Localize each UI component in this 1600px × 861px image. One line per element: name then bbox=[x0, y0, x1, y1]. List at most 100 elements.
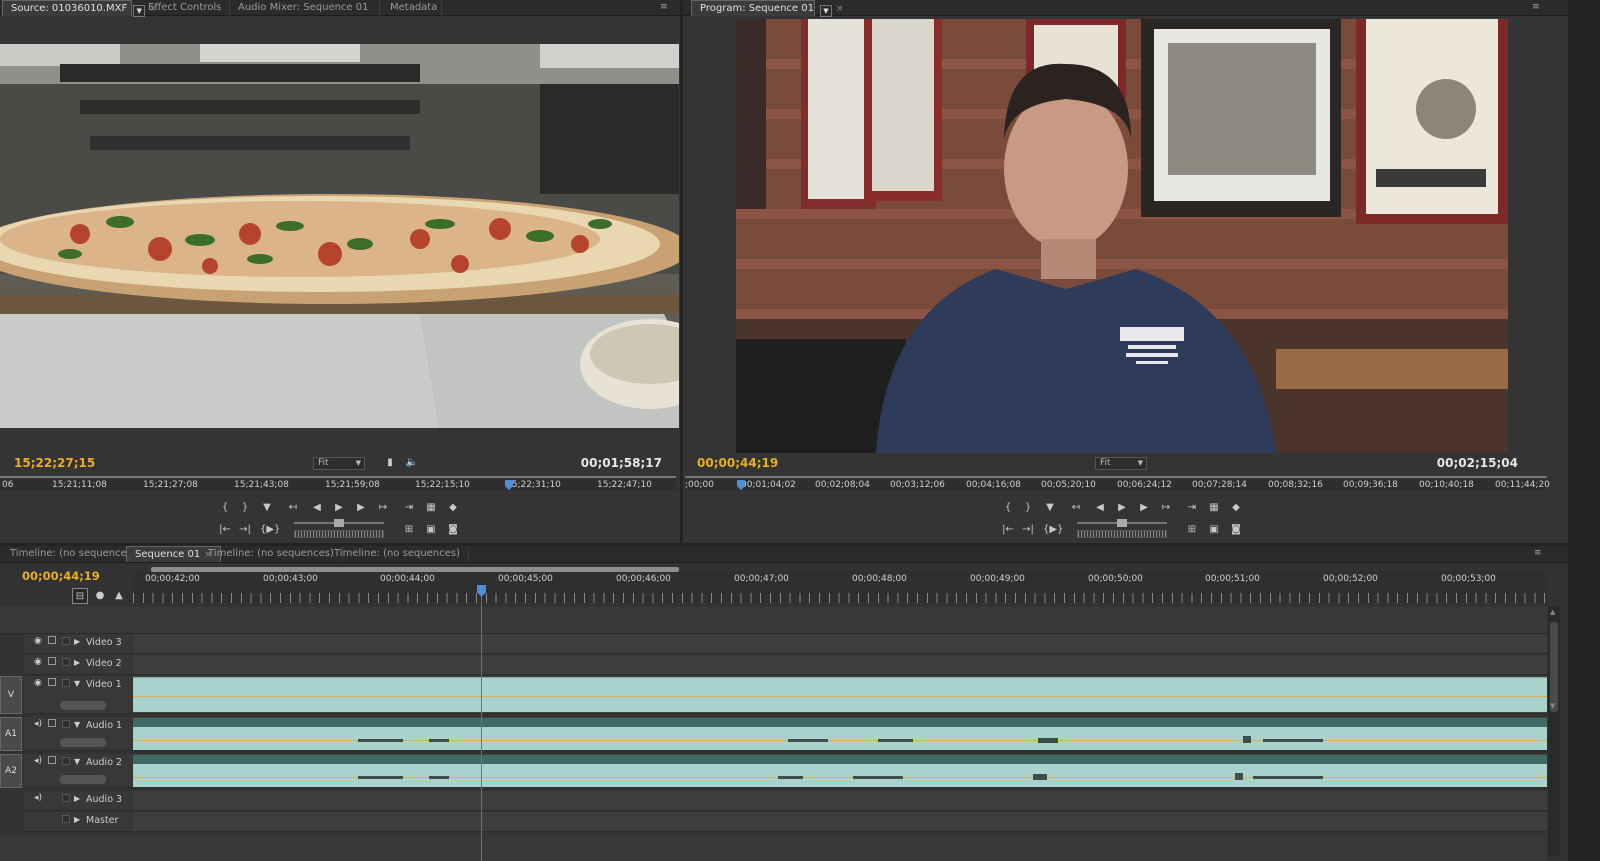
mark-in-icon[interactable]: { bbox=[216, 500, 234, 516]
play-in-to-out-icon[interactable]: {▶} bbox=[260, 522, 280, 538]
expand-triangle-icon[interactable]: ▶ bbox=[74, 815, 80, 824]
tab-program[interactable]: Program: Sequence 01 ▼ × bbox=[691, 0, 844, 17]
export-frame-icon[interactable]: ◙ bbox=[444, 522, 462, 538]
track-header-video2[interactable]: ◉ ▶ Video 2 bbox=[24, 655, 132, 675]
tab-timeline-empty-2[interactable]: Timeline: (no sequences) bbox=[200, 546, 343, 562]
play-in-to-out-icon[interactable]: {▶} bbox=[1043, 522, 1063, 538]
lock-toggle[interactable] bbox=[62, 679, 70, 687]
go-to-in-icon[interactable]: ↤ bbox=[284, 500, 302, 516]
audio-clip[interactable] bbox=[133, 755, 1547, 787]
panel-menu-icon[interactable]: ≡ bbox=[660, 2, 674, 12]
program-current-timecode[interactable]: 00;00;44;19 bbox=[697, 456, 778, 470]
tab-timeline-empty-1[interactable]: Timeline: (no sequences) bbox=[2, 546, 145, 562]
source-time-ruler[interactable]: 06 15;21;11;08 15;21;27;08 15;21;43;08 1… bbox=[0, 476, 676, 490]
program-fit-select[interactable]: Fit ▼ bbox=[1095, 457, 1147, 470]
go-to-in-point-icon[interactable]: |← bbox=[999, 522, 1017, 538]
eye-icon[interactable]: ◉ bbox=[34, 636, 42, 646]
scroll-up-icon[interactable]: ▲ bbox=[1550, 608, 1555, 616]
lift-icon[interactable]: ⇥ bbox=[1183, 500, 1201, 516]
eye-icon[interactable]: ◉ bbox=[34, 657, 42, 667]
source-fit-select[interactable]: Fit ▼ bbox=[313, 457, 365, 470]
track-lane-video3[interactable] bbox=[133, 634, 1547, 654]
sync-lock-icon[interactable] bbox=[48, 756, 56, 764]
eye-icon[interactable]: ◉ bbox=[34, 678, 42, 688]
program-video-frame[interactable] bbox=[736, 19, 1508, 453]
keyframe-nav[interactable] bbox=[60, 738, 106, 747]
film-icon[interactable] bbox=[48, 657, 56, 665]
track-lane-video1[interactable] bbox=[133, 676, 1547, 714]
chevron-down-icon[interactable]: ▼ bbox=[819, 5, 832, 17]
film-icon[interactable] bbox=[48, 678, 56, 686]
track-lane-master[interactable] bbox=[133, 812, 1547, 832]
mark-in-icon[interactable]: { bbox=[999, 500, 1017, 516]
home-marker-icon[interactable]: ▲ bbox=[111, 588, 127, 604]
marker-icon[interactable]: ▼ bbox=[258, 500, 276, 516]
close-icon[interactable]: × bbox=[836, 4, 844, 14]
step-forward-icon[interactable]: ▶ bbox=[1135, 500, 1153, 516]
expand-triangle-icon[interactable]: ▶ bbox=[74, 637, 80, 646]
track-header-master[interactable]: ▶ Master bbox=[24, 812, 132, 832]
track-header-audio1[interactable]: ◂) ▼ Audio 1 bbox=[24, 717, 132, 751]
go-to-in-point-icon[interactable]: |← bbox=[216, 522, 234, 538]
target-a1[interactable]: A1 bbox=[0, 717, 22, 751]
tab-timeline-empty-3[interactable]: Timeline: (no sequences) bbox=[326, 546, 469, 562]
lock-toggle[interactable] bbox=[62, 658, 70, 666]
export-frame-icon[interactable]: ◙ bbox=[1227, 522, 1245, 538]
safe-margins-icon[interactable]: ▦ bbox=[422, 500, 440, 516]
film-icon[interactable]: ▮ bbox=[382, 455, 398, 471]
play-icon[interactable]: ▶ bbox=[330, 500, 348, 516]
scroll-down-icon[interactable]: ▼ bbox=[1550, 702, 1555, 710]
extract-icon[interactable]: ⊞ bbox=[1183, 522, 1201, 538]
speaker-icon[interactable]: ◂) bbox=[34, 793, 42, 803]
speaker-icon[interactable]: ◂) bbox=[34, 719, 42, 729]
go-to-out-icon[interactable]: ↦ bbox=[374, 500, 392, 516]
tab-metadata[interactable]: Metadata bbox=[382, 0, 442, 16]
step-back-icon[interactable]: ◀ bbox=[308, 500, 326, 516]
collapse-triangle-icon[interactable]: ▼ bbox=[74, 720, 80, 729]
track-header-audio3[interactable]: ◂) ▶ Audio 3 bbox=[24, 791, 132, 811]
step-back-icon[interactable]: ◀ bbox=[1091, 500, 1109, 516]
sync-lock-icon[interactable] bbox=[48, 719, 56, 727]
add-marker-icon[interactable]: ● bbox=[92, 588, 108, 604]
collapse-triangle-icon[interactable]: ▼ bbox=[74, 757, 80, 766]
output-icon[interactable]: ◆ bbox=[1227, 500, 1245, 516]
keyframe-nav[interactable] bbox=[60, 701, 106, 710]
track-header-audio2[interactable]: ◂) ▼ Audio 2 bbox=[24, 754, 132, 788]
track-lane-audio2[interactable] bbox=[133, 754, 1547, 788]
go-to-in-icon[interactable]: ↤ bbox=[1067, 500, 1085, 516]
lock-toggle[interactable] bbox=[62, 815, 70, 823]
go-to-out-icon[interactable]: ↦ bbox=[1157, 500, 1175, 516]
step-forward-icon[interactable]: ▶ bbox=[352, 500, 370, 516]
insert-icon[interactable]: ⇥ bbox=[400, 500, 418, 516]
expand-triangle-icon[interactable]: ▶ bbox=[74, 658, 80, 667]
scroll-thumb[interactable] bbox=[1550, 622, 1558, 712]
lock-toggle[interactable] bbox=[62, 794, 70, 802]
timeline-playhead-line[interactable] bbox=[481, 596, 482, 861]
track-header-video1[interactable]: ◉ ▼ Video 1 bbox=[24, 676, 132, 714]
output-icon[interactable]: ◆ bbox=[444, 500, 462, 516]
speaker-icon[interactable]: 🔈 bbox=[404, 455, 420, 471]
safe-margins-icon[interactable]: ▦ bbox=[1205, 500, 1223, 516]
target-a2[interactable]: A2 bbox=[0, 754, 22, 788]
play-icon[interactable]: ▶ bbox=[1113, 500, 1131, 516]
expand-triangle-icon[interactable]: ▶ bbox=[74, 794, 80, 803]
target-v[interactable]: V bbox=[0, 676, 22, 714]
go-to-out-point-icon[interactable]: →| bbox=[1019, 522, 1037, 538]
timeline-timecode[interactable]: 00;00;44;19 bbox=[22, 569, 100, 583]
trim-icon[interactable]: ▣ bbox=[1205, 522, 1223, 538]
lock-toggle[interactable] bbox=[62, 720, 70, 728]
timeline-vertical-scrollbar[interactable]: ▲ ▼ bbox=[1548, 606, 1560, 856]
overwrite-icon[interactable]: ⊞ bbox=[400, 522, 418, 538]
track-header-video3[interactable]: ◉ ▶ Video 3 bbox=[24, 634, 132, 654]
keyframe-nav[interactable] bbox=[60, 775, 106, 784]
tab-source[interactable]: Source: 01036010.MXF ▼ × bbox=[2, 0, 157, 17]
track-lane-audio3[interactable] bbox=[133, 791, 1547, 811]
lock-toggle[interactable] bbox=[62, 637, 70, 645]
source-current-timecode[interactable]: 15;22;27;15 bbox=[14, 456, 95, 470]
panel-menu-icon[interactable]: ≡ bbox=[1534, 548, 1548, 558]
mark-out-icon[interactable]: } bbox=[236, 500, 254, 516]
mark-out-icon[interactable]: } bbox=[1019, 500, 1037, 516]
timeline-time-ruler[interactable]: 00;00;42;00 00;00;43;00 00;00;44;00 00;0… bbox=[133, 567, 1547, 603]
snap-icon[interactable]: ⊟ bbox=[72, 588, 88, 604]
lift-icon[interactable]: ▣ bbox=[422, 522, 440, 538]
